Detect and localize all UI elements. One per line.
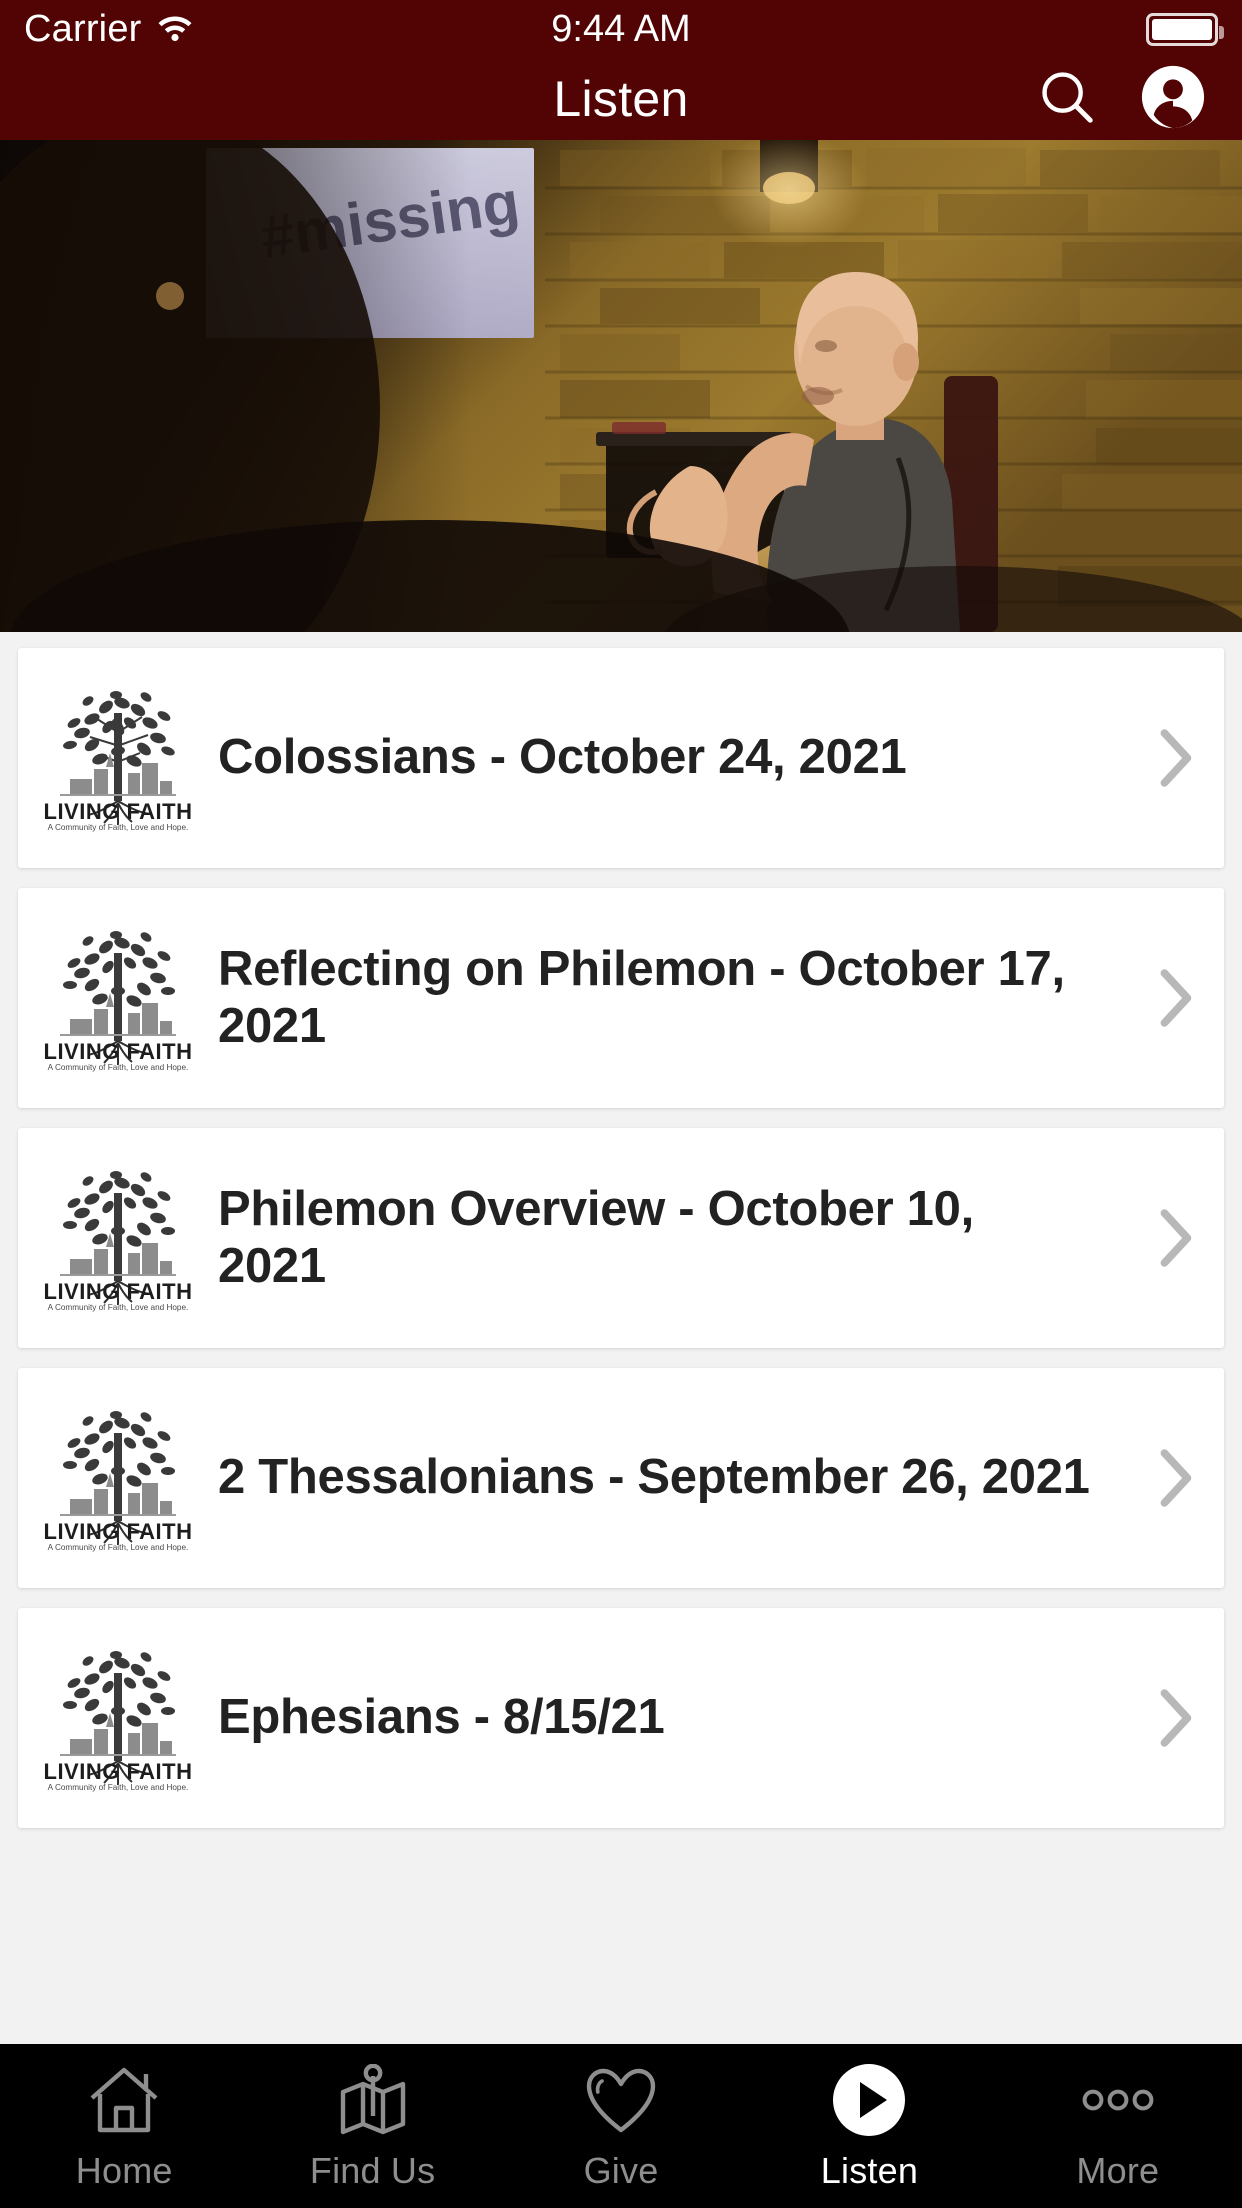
svg-text:A Community of Faith, Love and: A Community of Faith, Love and Hope. [48,1063,189,1072]
page-title: Listen [553,71,689,127]
search-icon [1036,66,1098,133]
svg-text:A Community of Faith, Love and: A Community of Faith, Love and Hope. [48,1783,189,1792]
profile-button[interactable] [1141,65,1205,130]
svg-text:LIVING FAITH: LIVING FAITH [44,1759,193,1784]
svg-text:LIVING FAITH: LIVING FAITH [44,1039,193,1064]
sermon-title: Colossians - October 24, 2021 [218,730,907,785]
tab-label: More [1076,2150,1160,2191]
logo-wordmark: LIVING FAITH [44,799,193,824]
chevron-right-icon[interactable] [1124,963,1224,1033]
search-button[interactable] [1036,68,1098,130]
sermon-hero-image[interactable]: #missing [0,140,1242,632]
svg-text:A Community of Faith, Love and: A Community of Faith, Love and Hope. [48,1303,189,1312]
svg-text:LIVING FAITH: LIVING FAITH [44,1279,193,1304]
living-faith-logo: LIVING FAITH A Community of Faith, Love … [18,1163,218,1313]
svg-text:A Community of Faith, Love and: A Community of Faith, Love and Hope. [48,1543,189,1552]
sermon-title: Philemon Overview - October 10, 2021 [218,1181,974,1293]
living-faith-logo: LIVING FAITH A Community of Faith, Love … [18,683,218,833]
status-bar-right [1146,12,1224,46]
tab-home[interactable]: Home [0,2062,248,2192]
account-circle-icon [1140,64,1206,135]
tab-find-us[interactable]: Find Us [248,2062,496,2192]
home-icon [86,2062,162,2138]
ellipsis-icon [1073,2062,1163,2138]
tab-label: Find Us [309,2150,436,2191]
tab-more[interactable]: More [994,2062,1242,2192]
navigation-bar: Listen [0,58,1242,140]
tab-label: Listen [820,2150,919,2191]
chevron-right-icon[interactable] [1124,1683,1224,1753]
battery-full-icon [1146,12,1224,46]
list-item[interactable]: LIVING FAITH A Community of Faith, Love … [18,1128,1224,1348]
sermon-title: Ephesians - 8/15/21 [218,1690,665,1745]
sermon-title: 2 Thessalonians - September 26, 2021 [218,1450,1090,1505]
clock-label: 9:44 AM [551,7,691,50]
tab-label: Home [75,2150,173,2191]
svg-text:LIVING FAITH: LIVING FAITH [44,1519,193,1544]
play-circle-icon [831,2062,907,2138]
tab-listen[interactable]: Listen [745,2062,993,2192]
logo-tagline: A Community of Faith, Love and Hope. [48,823,189,832]
living-faith-logo: LIVING FAITH A Community of Faith, Love … [18,1643,218,1793]
chevron-right-icon[interactable] [1124,1443,1224,1513]
list-item[interactable]: LIVING FAITH A Community of Faith, Love … [18,888,1224,1108]
tab-bar: Home Find Us Give Listen More [0,2044,1242,2208]
sermon-list[interactable]: LIVING FAITH A Community of Faith, Love … [0,632,1242,2044]
navigation-actions [1036,58,1205,140]
sermon-title: Reflecting on Philemon - October 17, 202… [218,941,1065,1053]
tab-label: Give [583,2150,659,2191]
tab-give[interactable]: Give [497,2062,745,2192]
chevron-right-icon[interactable] [1124,1203,1224,1273]
heart-icon [583,2062,659,2138]
chevron-right-icon[interactable] [1124,723,1224,793]
list-item[interactable]: LIVING FAITH A Community of Faith, Love … [18,1608,1224,1828]
list-item[interactable]: LIVING FAITH A Community of Faith, Love … [18,1368,1224,1588]
map-pin-icon [335,2062,411,2138]
living-faith-logo: LIVING FAITH A Community of Faith, Love … [18,1403,218,1553]
living-faith-logo: LIVING FAITH A Community of Faith, Love … [18,923,218,1073]
app-screen: Carrier 9:44 AM Listen LIVING FAITH A Co… [0,0,1242,2208]
status-bar: Carrier 9:44 AM [0,0,1242,58]
list-item[interactable]: LIVING FAITH A Community of Faith, Love … [18,648,1224,868]
